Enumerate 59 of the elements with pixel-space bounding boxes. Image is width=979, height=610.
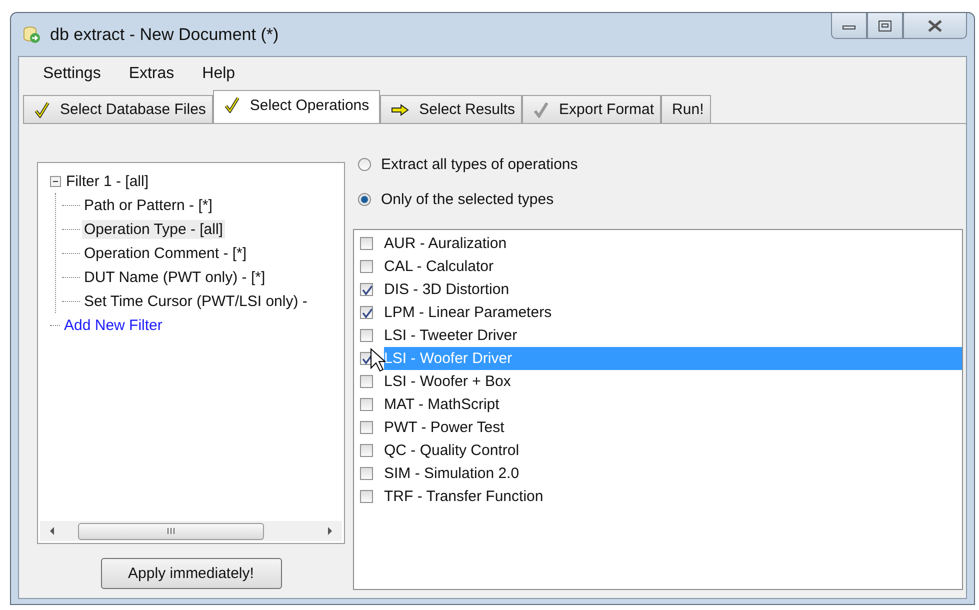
checkbox[interactable] [360,467,373,480]
scroll-left-icon[interactable] [48,526,56,536]
list-item[interactable]: TRF - Transfer Function [357,485,962,508]
check-icon [533,102,550,118]
tab[interactable]: Select Operations [212,90,380,123]
maximize-icon [878,20,892,32]
scroll-right-icon[interactable] [326,526,334,536]
arrow-icon [391,104,410,116]
maximize-button[interactable] [867,13,903,39]
list-item[interactable]: LSI - Tweeter Driver [357,324,962,347]
check-icon [224,97,240,113]
list-item[interactable]: LPM - Linear Parameters [357,301,962,324]
radio-button[interactable] [358,158,371,171]
menu-item[interactable]: Extras [128,65,174,83]
close-button[interactable] [903,13,967,39]
tree-item[interactable]: Path or Pattern - [*] [82,196,214,214]
minimize-button[interactable] [831,13,867,39]
checkbox[interactable] [360,375,373,388]
add-filter-link[interactable]: Add New Filter [62,316,164,334]
database-icon [22,24,42,44]
tree-item[interactable]: Set Time Cursor (PWT/LSI only) - [82,292,310,310]
check-icon [34,102,50,118]
tree-item[interactable]: Filter 1 - [all] [64,172,151,190]
list-item[interactable]: DIS - 3D Distortion [357,278,962,301]
close-icon [927,20,943,32]
checkbox[interactable] [360,237,373,250]
grip-icon [166,527,176,535]
checkbox[interactable] [360,421,373,434]
list-item[interactable]: LSI - Woofer + Box [357,370,962,393]
mouse-pointer-icon [370,348,386,372]
list-item[interactable]: QC - Quality Control [357,439,962,462]
apply-button[interactable]: Apply immediately! [100,558,282,589]
tab[interactable]: Export Format [522,95,662,123]
horizontal-scrollbar[interactable] [40,521,342,541]
checkbox[interactable] [360,306,373,319]
tab[interactable]: Select Results [380,95,522,123]
radio-label: Extract all types of operations [381,156,578,173]
checkbox[interactable] [360,490,373,503]
checkbox[interactable] [360,398,373,411]
list-item[interactable]: SIM - Simulation 2.0 [357,462,962,485]
list-item[interactable]: PWT - Power Test [357,416,962,439]
menu-item[interactable]: Help [202,65,236,83]
checkbox[interactable] [360,260,373,273]
checkbox[interactable] [360,444,373,457]
tree-item[interactable]: Operation Comment - [*] [82,244,249,262]
tab[interactable]: Run! [661,95,711,123]
list-item[interactable]: MAT - MathScript [357,393,962,416]
radio-button[interactable] [358,193,371,206]
list-item[interactable]: AUR - Auralization [357,232,962,255]
tree-item[interactable]: Operation Type - [all] [82,220,225,238]
radio-label: Only of the selected types [381,191,554,208]
collapse-icon[interactable] [50,176,61,186]
checkbox[interactable] [360,283,373,296]
checkbox[interactable] [360,329,373,342]
tab[interactable]: Select Database Files [23,95,213,123]
window-title: db extract - New Document (*) [50,24,279,44]
tree-item[interactable]: DUT Name (PWT only) - [*] [82,268,268,286]
list-item[interactable]: CAL - Calculator [357,255,962,278]
menu-item[interactable]: Settings [43,65,101,83]
